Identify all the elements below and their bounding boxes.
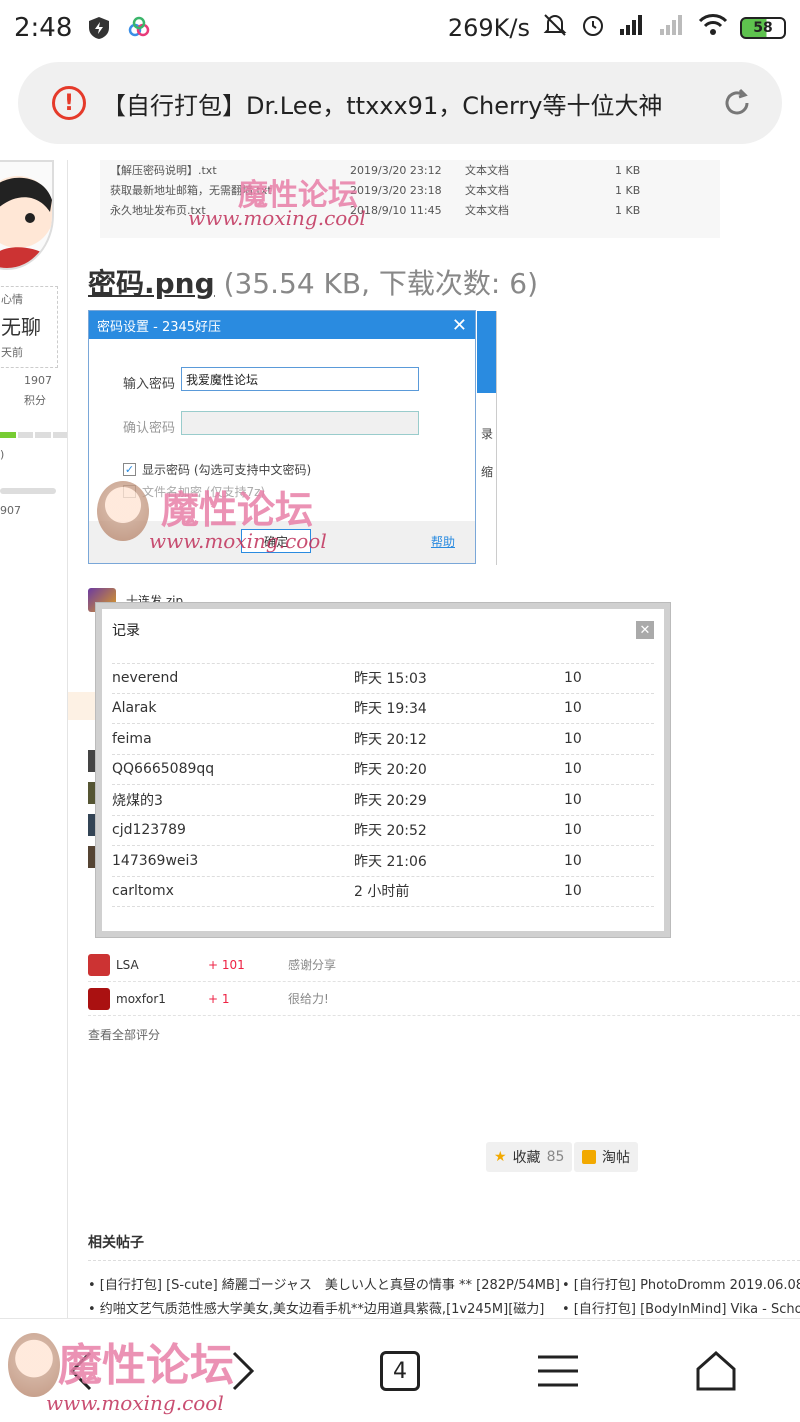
record-list[interactable]: neverend 昨天 15:03 10 Alarak 昨天 19:34 10 … [102,651,664,927]
user-avatar[interactable] [88,953,110,976]
rating-row: LSA + 101 感谢分享 [88,948,800,982]
confirm-field [181,411,419,435]
list-item: 烧煤的3 昨天 20:29 10 [112,785,654,816]
shield-icon [86,15,112,41]
dialog-title: 密码设置 - 2345好压 [97,319,222,335]
show-password-checkbox: ✓ 显示密码 (勾选可支持中文密码) [123,463,312,477]
close-icon[interactable]: ✕ [636,621,654,639]
mood-label: 心情 [1,293,23,306]
wifi-icon [698,13,728,43]
user-avatar[interactable] [88,987,110,1010]
input-label: 输入密码 [123,377,176,392]
signal-icon [618,13,646,43]
address-bar[interactable]: ! 【自行打包】Dr.Lee，ttxxx91，Cherry等十位大神 [18,62,782,144]
level-bar [0,432,67,438]
favorite-button[interactable]: ★ 收藏 85 [486,1142,573,1172]
sidebar-paren: ) [0,448,5,461]
browser-bottom-bar: 4 魔性论坛 www.moxing.cool [0,1318,800,1422]
battery-indicator: 58 [740,17,786,39]
alarm-icon [580,12,606,44]
modal-header: 记录 ✕ [102,609,664,651]
list-item: feima 昨天 20:12 10 [112,724,654,755]
avatar[interactable] [0,160,54,270]
dialog-side: 录 缩 [477,311,497,565]
reload-icon[interactable] [720,86,754,120]
attachment-title: 密码.png (35.54 KB, 下载次数: 6) [88,262,538,302]
tao-button[interactable]: 淘帖 [574,1142,638,1172]
watermark-mascot [8,1333,60,1397]
home-icon [696,1350,736,1391]
related-post-link[interactable]: • [自行打包] PhotoDromm 2019.06.08 Pa [562,1274,800,1293]
hamburger-icon [538,1355,578,1387]
hidden-bar [68,692,98,720]
signal-2-icon [658,13,686,43]
related-posts-title: 相关帖子 [88,1235,144,1251]
list-item: Alarak 昨天 19:34 10 [112,694,654,724]
tabs-button[interactable]: 4 [370,1347,430,1395]
watermark-text: 魔性论坛 [161,487,314,532]
view-all-ratings-link[interactable]: 查看全部评分 [88,1026,160,1043]
collection-icon [582,1150,596,1164]
list-item: 147369wei3 昨天 21:06 10 [112,846,654,877]
watermark-mascot [97,481,149,541]
status-bar: 2:48 269K/s 58 [0,0,800,56]
app-notification-icon [126,15,152,41]
related-post-link[interactable]: • [自行打包] [BodyInMind] Vika - School E [562,1298,800,1317]
watermark-url: www.moxing.cool [46,1391,224,1415]
home-button[interactable] [686,1347,746,1395]
points-value: 1907 [24,374,52,387]
file-row: 【解压密码说明】.txt 2019/3/20 23:12 文本文档 1 KB [110,163,641,178]
close-icon: ✕ [451,314,467,336]
password-screenshot[interactable]: 密码设置 - 2345好压 ✕ 输入密码 我爱魔性论坛 确认密码 ✓ 显示密码 … [88,310,497,565]
page-title[interactable]: 【自行打包】Dr.Lee，ttxxx91，Cherry等十位大神 [102,86,690,121]
star-icon: ★ [494,1149,507,1165]
help-link: 帮助 [430,535,455,549]
dialog-titlebar: 密码设置 - 2345好压 ✕ [89,311,475,339]
modal-title: 记录 [112,623,140,639]
points-label: 积分 [24,394,46,407]
watermark-url: www.moxing.cool [149,529,327,553]
clock: 2:48 [14,13,73,43]
tab-count: 4 [380,1351,420,1391]
related-post-link[interactable]: • [自行打包] [S-cute] 綺麗ゴージャス 美しい人と真昼の情事 ** … [88,1274,560,1293]
record-modal: 记录 ✕ neverend 昨天 15:03 10 Alarak 昨天 19:3… [96,603,670,937]
author-sidebar: 心情 无聊 天前 1907 积分 ) 907 [0,160,68,1320]
mute-icon [542,12,568,44]
related-post-link[interactable]: • 约啪文艺气质范性感大学美女,美女边看手机**边用道具紫薇,[1v245M][… [88,1298,544,1317]
mood-box: 心情 无聊 天前 [0,286,58,368]
attachment-meta: (35.54 KB, 下载次数: 6) [214,267,538,300]
warning-icon[interactable]: ! [52,86,86,120]
watermark-url: www.moxing.cool [188,206,366,230]
mood-time: 天前 [1,346,23,359]
list-item: cjd123789 昨天 20:52 10 [112,816,654,846]
menu-button[interactable] [528,1347,588,1395]
mood-value: 无聊 [1,315,41,339]
network-speed: 269K/s [447,14,530,42]
progress-bar [0,488,56,494]
rating-row: moxfor1 + 1 很给力! [88,982,800,1016]
sidebar-num: 907 [0,504,21,517]
checkbox-checked-icon: ✓ [123,463,136,476]
watermark-text: 魔性论坛 [58,1340,234,1391]
list-item: neverend 昨天 15:03 10 [112,663,654,694]
file-row: 获取最新地址邮箱，无需翻墙.txt 2019/3/20 23:18 文本文档 1… [110,183,641,198]
attachment-link[interactable]: 密码.png [88,267,215,300]
list-item: carltomx 2 小时前 10 [112,877,654,907]
password-field: 我爱魔性论坛 [181,367,419,391]
confirm-label: 确认密码 [123,421,176,436]
list-item [112,651,654,664]
list-item: QQ6665089qq 昨天 20:20 10 [112,755,654,785]
divider [88,1260,800,1261]
